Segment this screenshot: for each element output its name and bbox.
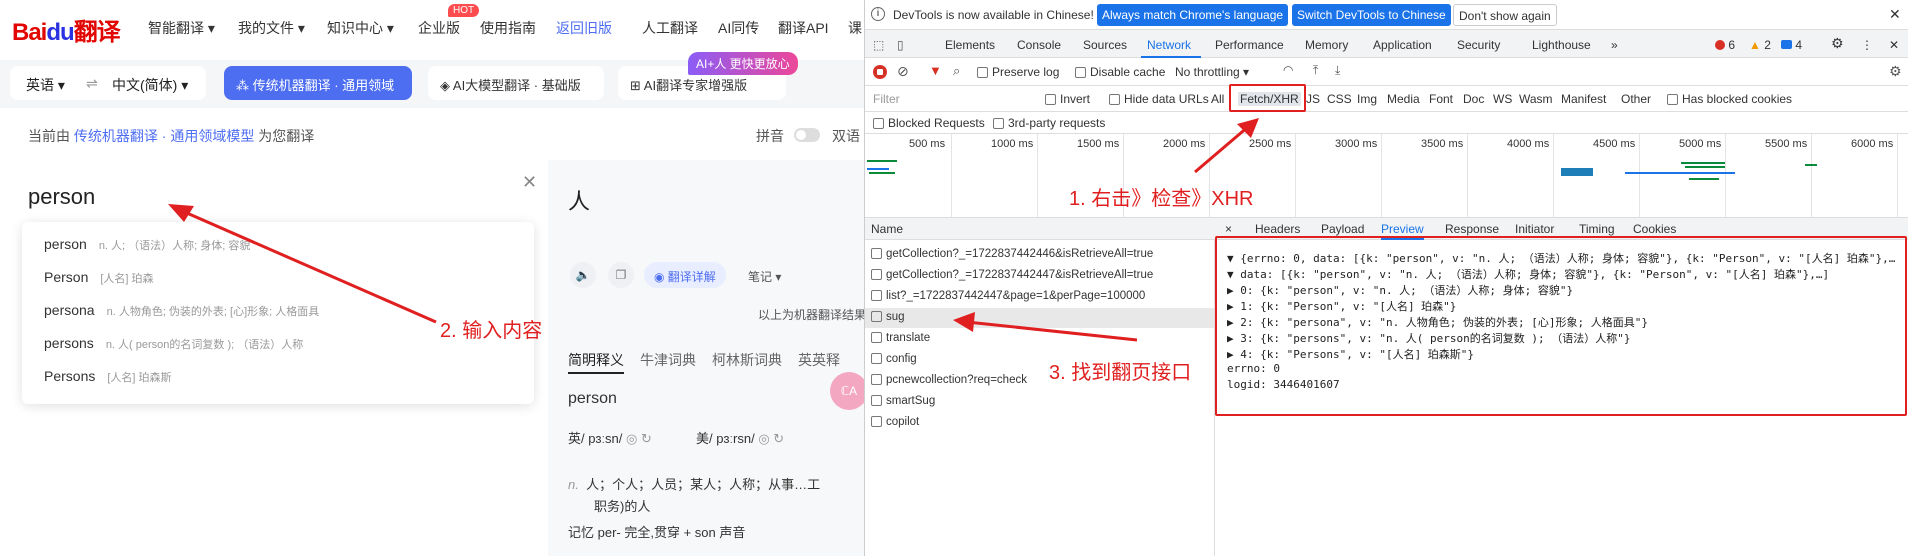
annotation-arrows [953,118,1259,342]
annotation-arrow-2 [168,204,437,324]
devtools-panel: i DevTools is now available in Chinese! … [864,0,1908,556]
ai-human-badge: AI+人 更快更放心 [688,52,798,75]
baidu-translate-page: Baidu翻译 智能翻译 ▾ 我的文件 ▾ 知识中心 ▾ 企业版 HOT 使用指… [0,0,864,556]
